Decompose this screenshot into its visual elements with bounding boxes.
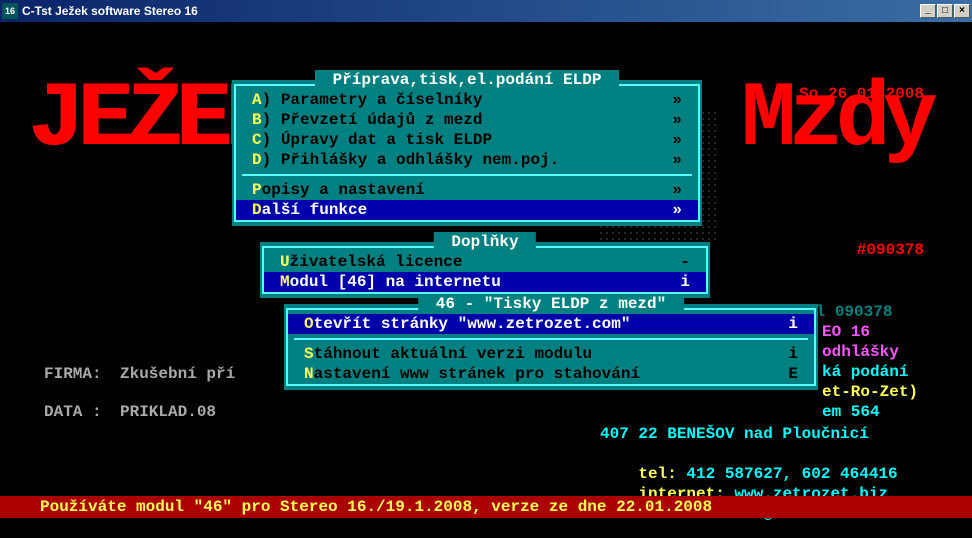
menu-separator [242, 174, 692, 176]
text-frag-3: et-Ro-Zet) [822, 382, 918, 402]
menu-item-c[interactable]: C) Úpravy dat a tisk ELDP» [236, 130, 698, 150]
text-frag-2: ká podání [822, 362, 908, 382]
menu-item-dalsi-funkce[interactable]: Další funkce» [236, 200, 698, 220]
terminal-screen: So 26.01.2008 JEŽEK Mzdy #090378 Uživate… [0, 22, 972, 538]
window-title: C-Tst Ježek software Stereo 16 [22, 4, 920, 18]
firma-label: FIRMA: [44, 364, 102, 384]
close-button[interactable]: × [954, 4, 970, 18]
status-bar: Používáte modul "46" pro Stereo 16./19.1… [0, 496, 972, 518]
menu-item-licence[interactable]: Uživatelská licence- [264, 252, 706, 272]
menu-eldp: Příprava,tisk,el.podání ELDP A) Parametr… [232, 80, 702, 226]
window-titlebar: 16 C-Tst Ježek software Stereo 16 _ □ × [0, 0, 972, 22]
logo-mzdy: Mzdy [741, 110, 930, 130]
text-frag-4: em 564 [822, 402, 880, 422]
minimize-button[interactable]: _ [920, 4, 936, 18]
address: 407 22 BENEŠOV nad Ploučnicí [600, 424, 869, 444]
menu-doplnky: Doplňky Uživatelská licence- Modul [46] … [260, 242, 710, 298]
data-value: PRIKLAD.08 [120, 402, 216, 422]
menu-item-popisy[interactable]: Popisy a nastavení» [236, 180, 698, 200]
menu-item-b[interactable]: B) Převzetí údajů z mezd» [236, 110, 698, 130]
menu-item-a[interactable]: A) Parametry a číselníky» [236, 90, 698, 110]
menu-tisky-eldp: 46 - "Tisky ELDP z mezd" Otevřít stránky… [284, 304, 818, 390]
product-fragment: EO 16 [822, 322, 870, 342]
menu-item-modul-internet[interactable]: Modul [46] na internetui [264, 272, 706, 292]
serial-number: #090378 [857, 240, 924, 260]
menu-separator [294, 338, 808, 340]
menu-item-d[interactable]: D) Přihlášky a odhlášky nem.poj.» [236, 150, 698, 170]
menu-tisky-title: 46 - "Tisky ELDP z mezd" [418, 294, 684, 314]
data-label: DATA : [44, 402, 102, 422]
menu-item-nastaveni-www[interactable]: Nastavení www stránek pro stahováníE [288, 364, 814, 384]
app-icon: 16 [2, 3, 18, 19]
menu-item-otevrit-stranky[interactable]: Otevřít stránky "www.zetrozet.com"i [288, 314, 814, 334]
text-frag-1: odhlášky [822, 342, 899, 362]
firma-value: Zkušební pří [120, 364, 235, 384]
menu-item-stahnout[interactable]: Stáhnout aktuální verzi modului [288, 344, 814, 364]
menu-eldp-title: Příprava,tisk,el.podání ELDP [315, 70, 619, 90]
maximize-button[interactable]: □ [937, 4, 953, 18]
menu-doplnky-title: Doplňky [434, 232, 536, 252]
